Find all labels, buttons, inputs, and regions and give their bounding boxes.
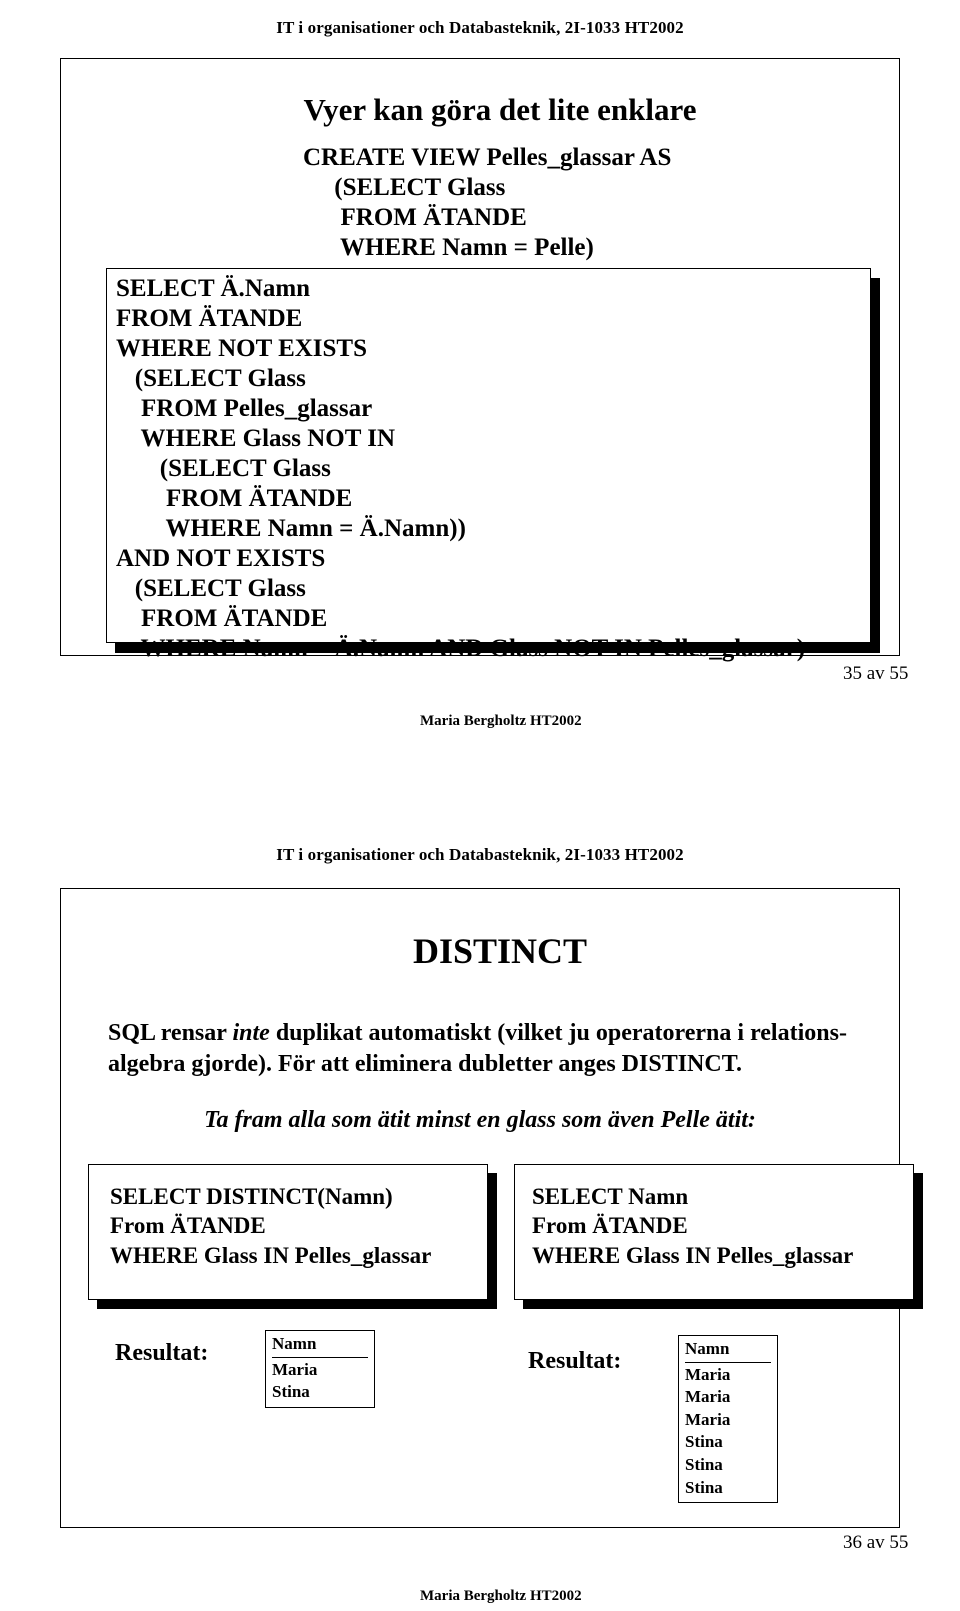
page-number: 35 av 55: [843, 663, 909, 684]
result-table-right-header: Namn: [685, 1338, 771, 1363]
slide-header: IT i organisationer och Databasteknik, 2…: [276, 18, 684, 37]
create-view-code: CREATE VIEW Pelles_glassar AS (SELECT Gl…: [303, 144, 672, 261]
result-table-right-row: Maria: [685, 1409, 731, 1429]
footer-author: Maria Bergholtz HT2002: [420, 713, 582, 729]
body-line2: algebra gjorde). För att eliminera duble…: [108, 1050, 742, 1077]
result-table-right-row: Stina: [685, 1432, 723, 1452]
body-line1-post: duplikat automatiskt (vilket ju operator…: [269, 1020, 847, 1046]
slide-36: IT i organisationer och Databasteknik, 2…: [0, 805, 960, 1611]
result-table-left: Namn Maria Stina: [265, 1330, 375, 1408]
body-line1-pre: SQL rensar: [108, 1020, 233, 1046]
sql-right-code: SELECT Namn From ÄTANDE WHERE Glass IN P…: [532, 1184, 854, 1268]
result-table-right-row: Stina: [685, 1455, 723, 1475]
page-title: Vyer kan göra det lite enklare: [303, 92, 697, 127]
result-table-right-row: Maria: [685, 1364, 731, 1384]
result-table-right-row: Maria: [685, 1387, 731, 1407]
page-number: 36 av 55: [843, 1532, 909, 1553]
body-paragraph: SQL rensar inte duplikat automatiskt (vi…: [108, 1018, 848, 1079]
result-table-left-row: Stina: [272, 1382, 310, 1402]
result-table-left-header: Namn: [272, 1333, 368, 1358]
slide-35: IT i organisationer och Databasteknik, 2…: [0, 0, 960, 805]
body-line1-emphasis: inte: [232, 1020, 270, 1046]
footer-author: Maria Bergholtz HT2002: [420, 1588, 582, 1604]
slide-header: IT i organisationer och Databasteknik, 2…: [276, 845, 684, 864]
subheading: Ta fram alla som ätit minst en glass som…: [204, 1107, 756, 1133]
sql-left-code: SELECT DISTINCT(Namn) From ÄTANDE WHERE …: [110, 1184, 432, 1268]
query-code: SELECT Ä.Namn FROM ÄTANDE WHERE NOT EXIS…: [116, 275, 806, 662]
page-title: DISTINCT: [412, 931, 588, 971]
result-label-right: Resultat:: [528, 1348, 622, 1374]
result-table-right: Namn Maria Maria Maria Stina Stina Stina: [678, 1335, 778, 1504]
result-label-left: Resultat:: [115, 1340, 209, 1366]
result-table-right-row: Stina: [685, 1477, 723, 1497]
result-table-left-row: Maria: [272, 1359, 318, 1379]
